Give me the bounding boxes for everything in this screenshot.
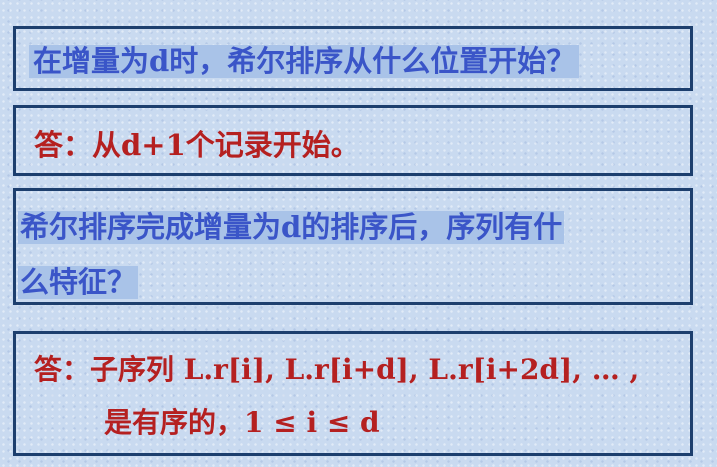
question2-line2: 么特征？ — [18, 265, 139, 299]
answer1-text: 答：从d+1个记录开始。 — [34, 128, 360, 162]
question2-line1: 希尔排序完成增量为d的排序后，序列有什 — [18, 210, 565, 244]
answer2-line1: 答：子序列 L.r[i], L.r[i+d], L.r[i+2d], … , — [34, 353, 640, 386]
question1-text: 在增量为d时，希尔排序从什么位置开始？ — [29, 45, 580, 78]
answer2-line2: 是有序的，1 ≤ i ≤ d — [104, 406, 380, 439]
